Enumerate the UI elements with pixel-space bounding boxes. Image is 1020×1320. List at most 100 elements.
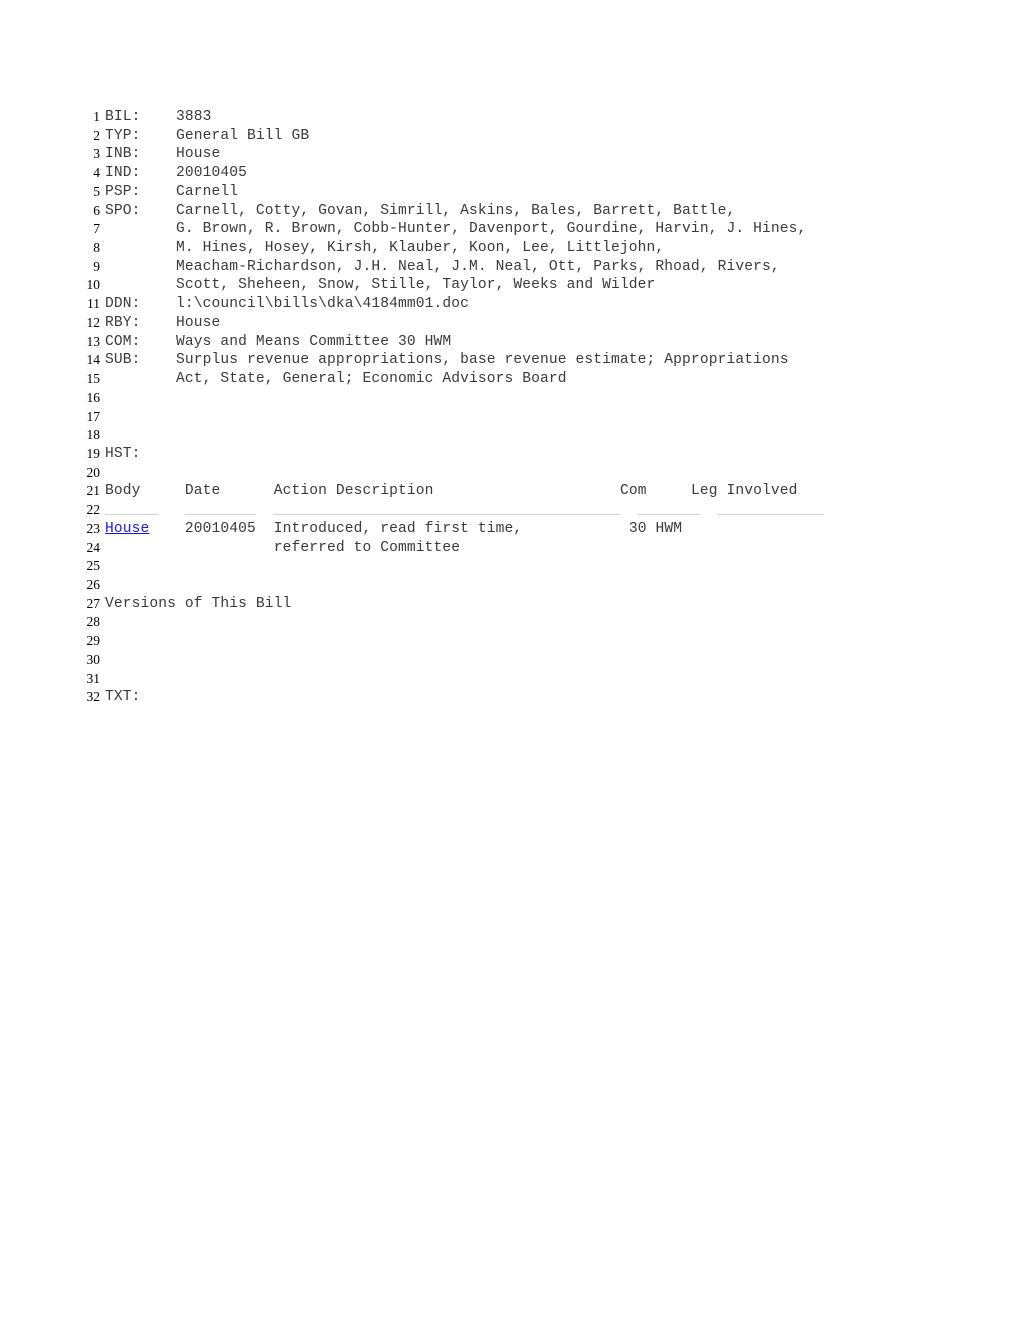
record-line: 4 IND: 20010405 (78, 164, 1008, 183)
subject-label: SUB: (105, 352, 141, 369)
line-content: PSP: Carnell (105, 183, 238, 202)
text-label: TXT: (105, 689, 141, 706)
record-line: 9 Meacham-Richardson, J.H. Neal, J.M. Ne… (78, 258, 1008, 277)
line-number: 31 (86, 670, 101, 686)
line-content: SUB: Surplus revenue appropriations, bas… (105, 351, 789, 370)
document-name-label: DDN: (105, 296, 141, 313)
line-content: RBY: House (105, 314, 220, 333)
header-com: Com (619, 483, 647, 500)
introduced-by-label: INB: (105, 146, 141, 163)
record-line: 1 BIL: 3883 (78, 108, 1008, 127)
history-table-header-row: 21 Body Date Action Description Com Leg … (78, 482, 1008, 501)
line-number: 11 (87, 296, 100, 312)
separator-body: ______ (105, 502, 159, 519)
line-number: 30 (86, 651, 101, 667)
introduced-date-value: 20010405 (176, 165, 248, 182)
line-number: 26 (86, 576, 101, 592)
line-number: 14 (86, 352, 101, 368)
sponsors-line: Carnell, Cotty, Govan, Simrill, Askins, … (176, 202, 736, 219)
subject-line: Surplus revenue appropriations, base rev… (176, 352, 789, 369)
committee-value: Ways and Means Committee 30 HWM (176, 333, 452, 350)
line-content: M. Hines, Hosey, Kirsh, Klauber, Koon, L… (105, 239, 664, 258)
line-number: 27 (86, 595, 101, 611)
record-line: 27 Versions of This Bill (78, 595, 1008, 614)
separator-date: ________ (184, 502, 256, 519)
record-line: 28 (78, 613, 1008, 632)
line-content: IND: 20010405 (105, 164, 247, 183)
sponsors-label: SPO: (105, 202, 141, 219)
reported-by-label: RBY: (105, 314, 141, 331)
record-line: 11 DDN: l:\council\bills\dka\4184mm01.do… (78, 295, 1008, 314)
history-com: 30 HWM (628, 520, 683, 537)
introduced-by-value: House (176, 146, 221, 163)
line-number: 10 (86, 277, 101, 293)
bill-number: 3883 (176, 109, 212, 125)
line-number: 17 (86, 408, 101, 424)
record-line: 25 (78, 557, 1008, 576)
line-content: TYP: General Bill GB (105, 127, 309, 146)
record-line: 2 TYP: General Bill GB (78, 127, 1008, 146)
history-action-description-cont: referred to Committee (273, 539, 461, 556)
bill-label: BIL: (105, 109, 141, 125)
line-number: 6 (93, 202, 100, 218)
type-label: TYP: (105, 127, 141, 144)
record-line: 13 COM: Ways and Means Committee 30 HWM (78, 333, 1008, 352)
subject-line: Act, State, General; Economic Advisors B… (176, 371, 567, 388)
line-number: 28 (86, 614, 101, 630)
record-line: 8 M. Hines, Hosey, Kirsh, Klauber, Koon,… (78, 239, 1008, 258)
record-line: 32 TXT: (78, 688, 1008, 707)
sponsors-line: Meacham-Richardson, J.H. Neal, J.M. Neal… (176, 258, 780, 275)
record-line: 6 SPO: Carnell, Cotty, Govan, Simrill, A… (78, 202, 1008, 221)
line-content: Scott, Sheheen, Snow, Stille, Taylor, We… (105, 276, 655, 295)
line-number: 22 (86, 502, 101, 518)
document-name-value: l:\council\bills\dka\4184mm01.doc (176, 296, 469, 313)
record-line: 5 PSP: Carnell (78, 183, 1008, 202)
line-content: COM: Ways and Means Committee 30 HWM (105, 333, 451, 352)
line-number: 20 (86, 464, 101, 480)
history-table-row: 23 House 20010405 Introduced, read first… (78, 520, 1008, 539)
line-number: 7 (93, 221, 100, 237)
versions-heading: Versions of This Bill (105, 595, 292, 612)
record-line: 16 (78, 389, 1008, 408)
line-number: 25 (86, 558, 101, 574)
line-content: SPO: Carnell, Cotty, Govan, Simrill, Ask… (105, 202, 735, 221)
record-line: 19 HST: (78, 445, 1008, 464)
line-content: House 20010405 Introduced, read first ti… (105, 520, 682, 539)
line-number: 9 (93, 258, 100, 274)
line-number: 2 (93, 127, 100, 143)
record-line: 10 Scott, Sheheen, Snow, Stille, Taylor,… (78, 276, 1008, 295)
separator-leg-involved: ____________ (717, 502, 825, 519)
line-content: G. Brown, R. Brown, Cobb-Hunter, Davenpo… (105, 220, 806, 239)
separator-action-description: _______________________________________ (273, 502, 620, 519)
line-content: Body Date Action Description Com Leg Inv… (105, 482, 798, 501)
record-line: 20 (78, 464, 1008, 483)
line-number: 5 (93, 183, 100, 199)
history-label: HST: (105, 445, 141, 462)
line-number: 32 (86, 689, 101, 705)
line-number: 15 (86, 371, 101, 387)
reported-by-value: House (176, 314, 221, 331)
line-number: 1 (93, 109, 100, 124)
history-body-link[interactable]: House (105, 521, 149, 537)
sponsors-line: Scott, Sheheen, Snow, Stille, Taylor, We… (176, 277, 656, 294)
line-content: DDN: l:\council\bills\dka\4184mm01.doc (105, 295, 469, 314)
header-date: Date (184, 483, 221, 500)
